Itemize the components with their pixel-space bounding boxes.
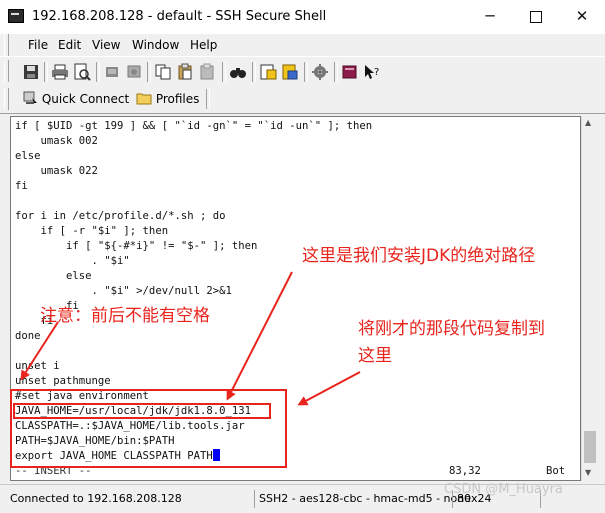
toolbar-separator <box>252 62 256 82</box>
menu-bar: File Edit View Window Help <box>0 34 605 56</box>
profiles-label: Profiles <box>155 92 200 106</box>
scroll-down-arrow-icon[interactable]: ▼ <box>585 468 591 477</box>
gear-icon[interactable] <box>311 63 329 81</box>
quick-connect-icon <box>23 91 37 104</box>
profile-settings-icon[interactable] <box>281 63 299 81</box>
minimize-button[interactable]: ─ <box>467 0 513 33</box>
toolbar-separator <box>206 89 210 109</box>
terminal-line: else <box>15 270 92 282</box>
connection-toolbar: Quick Connect Profiles <box>0 86 605 114</box>
paste-disabled-icon[interactable] <box>198 63 216 81</box>
terminal-line: fi <box>15 180 28 192</box>
toolbar-separator <box>44 62 48 82</box>
copy-code-annotation-line2: 这里 <box>358 346 392 366</box>
scroll-up-arrow-icon[interactable]: ▲ <box>585 118 591 127</box>
quick-connect-button[interactable]: Quick Connect <box>22 89 129 109</box>
new-connection-icon[interactable] <box>125 63 143 81</box>
terminal-line: umask 022 <box>15 165 98 177</box>
toolbar2-grip <box>4 88 9 110</box>
terminal-line: done <box>15 330 41 342</box>
toolbar-grip <box>4 60 9 82</box>
env-block-highlight-box <box>10 389 287 468</box>
terminal-line: if [ "${-#*i}" != "$-" ]; then <box>15 240 258 252</box>
print-icon[interactable] <box>51 63 69 81</box>
toolbar-separator <box>304 62 308 82</box>
window-title: 192.168.208.128 - default - SSH Secure S… <box>32 9 327 24</box>
terminal-line: . "$i" <box>15 255 130 267</box>
close-button[interactable]: ✕ <box>559 0 605 33</box>
context-help-icon[interactable]: ? <box>363 63 381 81</box>
help-book-icon[interactable] <box>341 63 359 81</box>
menu-help[interactable]: Help <box>190 38 217 52</box>
folder-icon <box>136 93 152 105</box>
profiles-button[interactable]: Profiles <box>136 89 199 109</box>
terminal-line: unset pathmunge <box>15 375 111 387</box>
menu-edit[interactable]: Edit <box>58 38 81 52</box>
java-home-highlight-box <box>13 403 271 419</box>
terminal-line: else <box>15 150 41 162</box>
maximize-button[interactable] <box>513 0 559 33</box>
terminal-line: unset i <box>15 360 60 372</box>
cipher-status: SSH2 - aes128-cbc - hmac-md5 - none <box>254 490 471 508</box>
maximize-icon <box>530 10 542 23</box>
terminal-line: if [ $UID -gt 199 ] && [ "`id -gn`" = "`… <box>15 120 373 132</box>
terminal-line: . "$i" >/dev/null 2>&1 <box>15 285 232 297</box>
menubar-grip <box>4 34 9 56</box>
find-binoculars-icon[interactable] <box>229 63 247 81</box>
scrollbar-thumb[interactable] <box>584 431 596 463</box>
toolbar-separator <box>96 62 100 82</box>
jdk-path-annotation: 这里是我们安装JDK的绝对路径 <box>302 246 536 266</box>
menu-window[interactable]: Window <box>132 38 179 52</box>
toolbar-separator <box>334 62 338 82</box>
ssh-terminal-app-icon <box>8 9 24 23</box>
copy-code-annotation-line1: 将刚才的那段代码复制到 <box>358 319 545 339</box>
terminal-line: umask 002 <box>15 135 98 147</box>
main-toolbar: ? <box>0 56 605 88</box>
toolbar-separator <box>147 62 151 82</box>
scroll-position-readout: Bot <box>546 465 566 477</box>
disconnect-icon[interactable] <box>103 63 121 81</box>
terminal-scrollbar[interactable]: ▲ ▼ <box>581 116 598 481</box>
csdn-watermark: CSDN @M_Huayra <box>444 482 563 497</box>
toolbar-separator <box>222 62 226 82</box>
copy-icon[interactable] <box>154 63 172 81</box>
paste-icon[interactable] <box>176 63 194 81</box>
cursor-position-readout: 83,32 <box>449 465 481 477</box>
connection-status: Connected to 192.168.208.128 <box>10 492 182 505</box>
no-spaces-annotation: 注意：前后不能有空格 <box>40 306 210 326</box>
terminal-line: for i in /etc/profile.d/*.sh ; do <box>15 210 226 222</box>
terminal-line: if [ -r "$i" ]; then <box>15 225 169 237</box>
svg-text:?: ? <box>374 67 379 78</box>
settings-document-icon[interactable] <box>259 63 277 81</box>
quick-connect-label: Quick Connect <box>41 92 130 106</box>
print-preview-icon[interactable] <box>73 63 91 81</box>
title-bar: 192.168.208.128 - default - SSH Secure S… <box>0 0 605 35</box>
menu-file[interactable]: File <box>28 38 48 52</box>
menu-view[interactable]: View <box>92 38 120 52</box>
save-icon[interactable] <box>22 63 40 81</box>
